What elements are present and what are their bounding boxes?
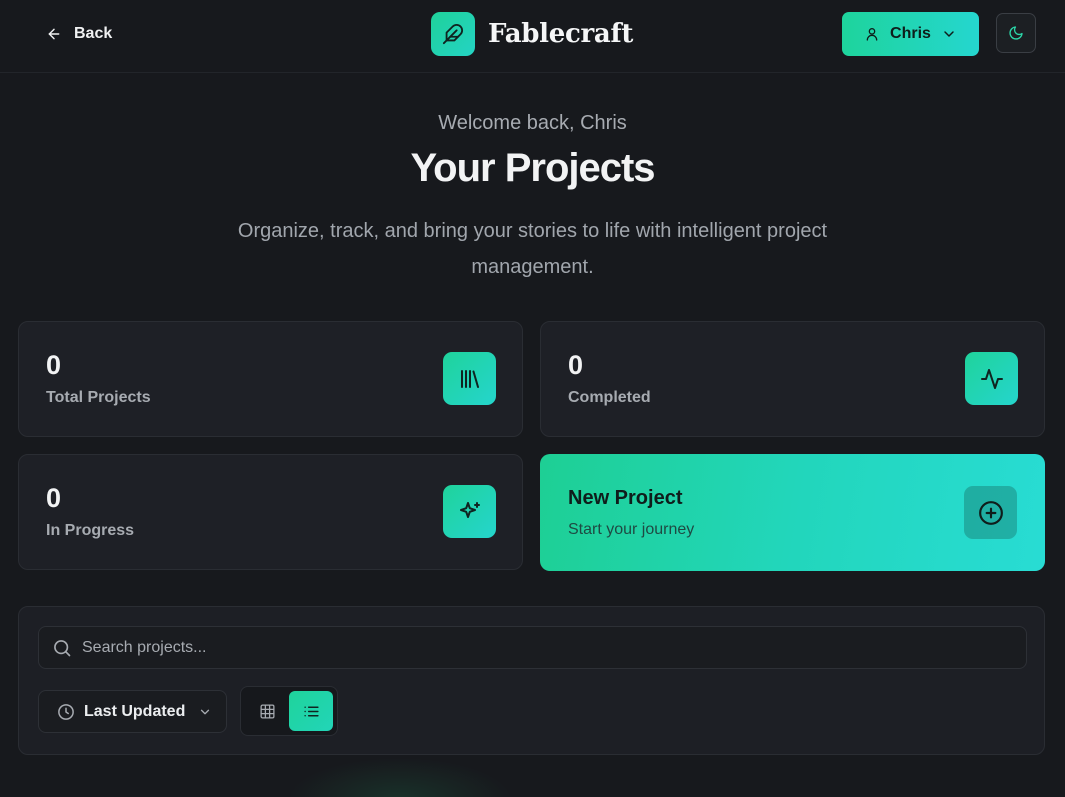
new-project-button[interactable]: New Project Start your journey <box>540 454 1045 571</box>
stat-icon-box <box>965 352 1018 405</box>
view-mode-toggle <box>240 686 338 736</box>
page-title: Your Projects <box>410 146 655 190</box>
activity-icon <box>980 368 1003 389</box>
new-project-icon-box <box>964 486 1017 539</box>
stat-value: 0 <box>46 483 62 513</box>
stat-card-total-projects: 0 Total Projects <box>18 321 523 437</box>
stat-value: 0 <box>46 350 62 380</box>
stat-value: 0 <box>568 350 584 380</box>
stat-label: In Progress <box>46 522 135 539</box>
new-project-title: New Project <box>568 487 683 509</box>
chevron-down-icon <box>201 709 210 714</box>
clock-icon <box>58 703 74 720</box>
stat-icon-box <box>443 485 496 538</box>
stat-icon-box <box>443 352 496 405</box>
stat-card-in-progress: 0 In Progress <box>18 454 523 570</box>
stat-label: Total Projects <box>46 389 151 406</box>
filter-panel: Last Updated <box>18 606 1045 755</box>
feather-icon <box>442 24 463 45</box>
search-icon <box>54 639 71 656</box>
list-icon <box>303 706 319 716</box>
page-subtitle: Organize, track, and bring your stories … <box>237 220 828 278</box>
welcome-text: Welcome back, Chris <box>438 112 627 134</box>
user-menu-button[interactable]: Chris <box>842 12 979 56</box>
user-name: Chris <box>890 25 931 42</box>
user-icon <box>866 28 878 41</box>
arrow-left-icon <box>48 28 60 40</box>
grid-view-button[interactable] <box>245 691 289 731</box>
new-project-subtitle: Start your journey <box>568 521 695 538</box>
back-button[interactable]: Back <box>34 17 124 51</box>
theme-toggle-button[interactable] <box>996 13 1036 53</box>
stat-card-completed: 0 Completed <box>540 321 1045 437</box>
brand-logo <box>431 12 475 56</box>
grid-icon <box>259 703 275 719</box>
sort-label: Last Updated <box>84 702 186 720</box>
library-icon <box>460 369 479 388</box>
plus-circle-icon <box>978 500 1003 525</box>
top-header: Back Fablecraft Chris <box>0 0 1065 73</box>
brand-name: Fablecraft <box>488 19 634 49</box>
stat-label: Completed <box>568 389 651 406</box>
list-view-button[interactable] <box>289 691 333 731</box>
search-bar[interactable] <box>38 626 1027 669</box>
sparkles-icon <box>459 501 480 518</box>
search-input[interactable] <box>82 627 1026 668</box>
back-label: Back <box>74 25 113 42</box>
sort-dropdown[interactable]: Last Updated <box>38 690 227 733</box>
chevron-down-icon <box>944 31 954 37</box>
moon-icon <box>1009 26 1023 40</box>
brand[interactable]: Fablecraft <box>431 12 633 56</box>
